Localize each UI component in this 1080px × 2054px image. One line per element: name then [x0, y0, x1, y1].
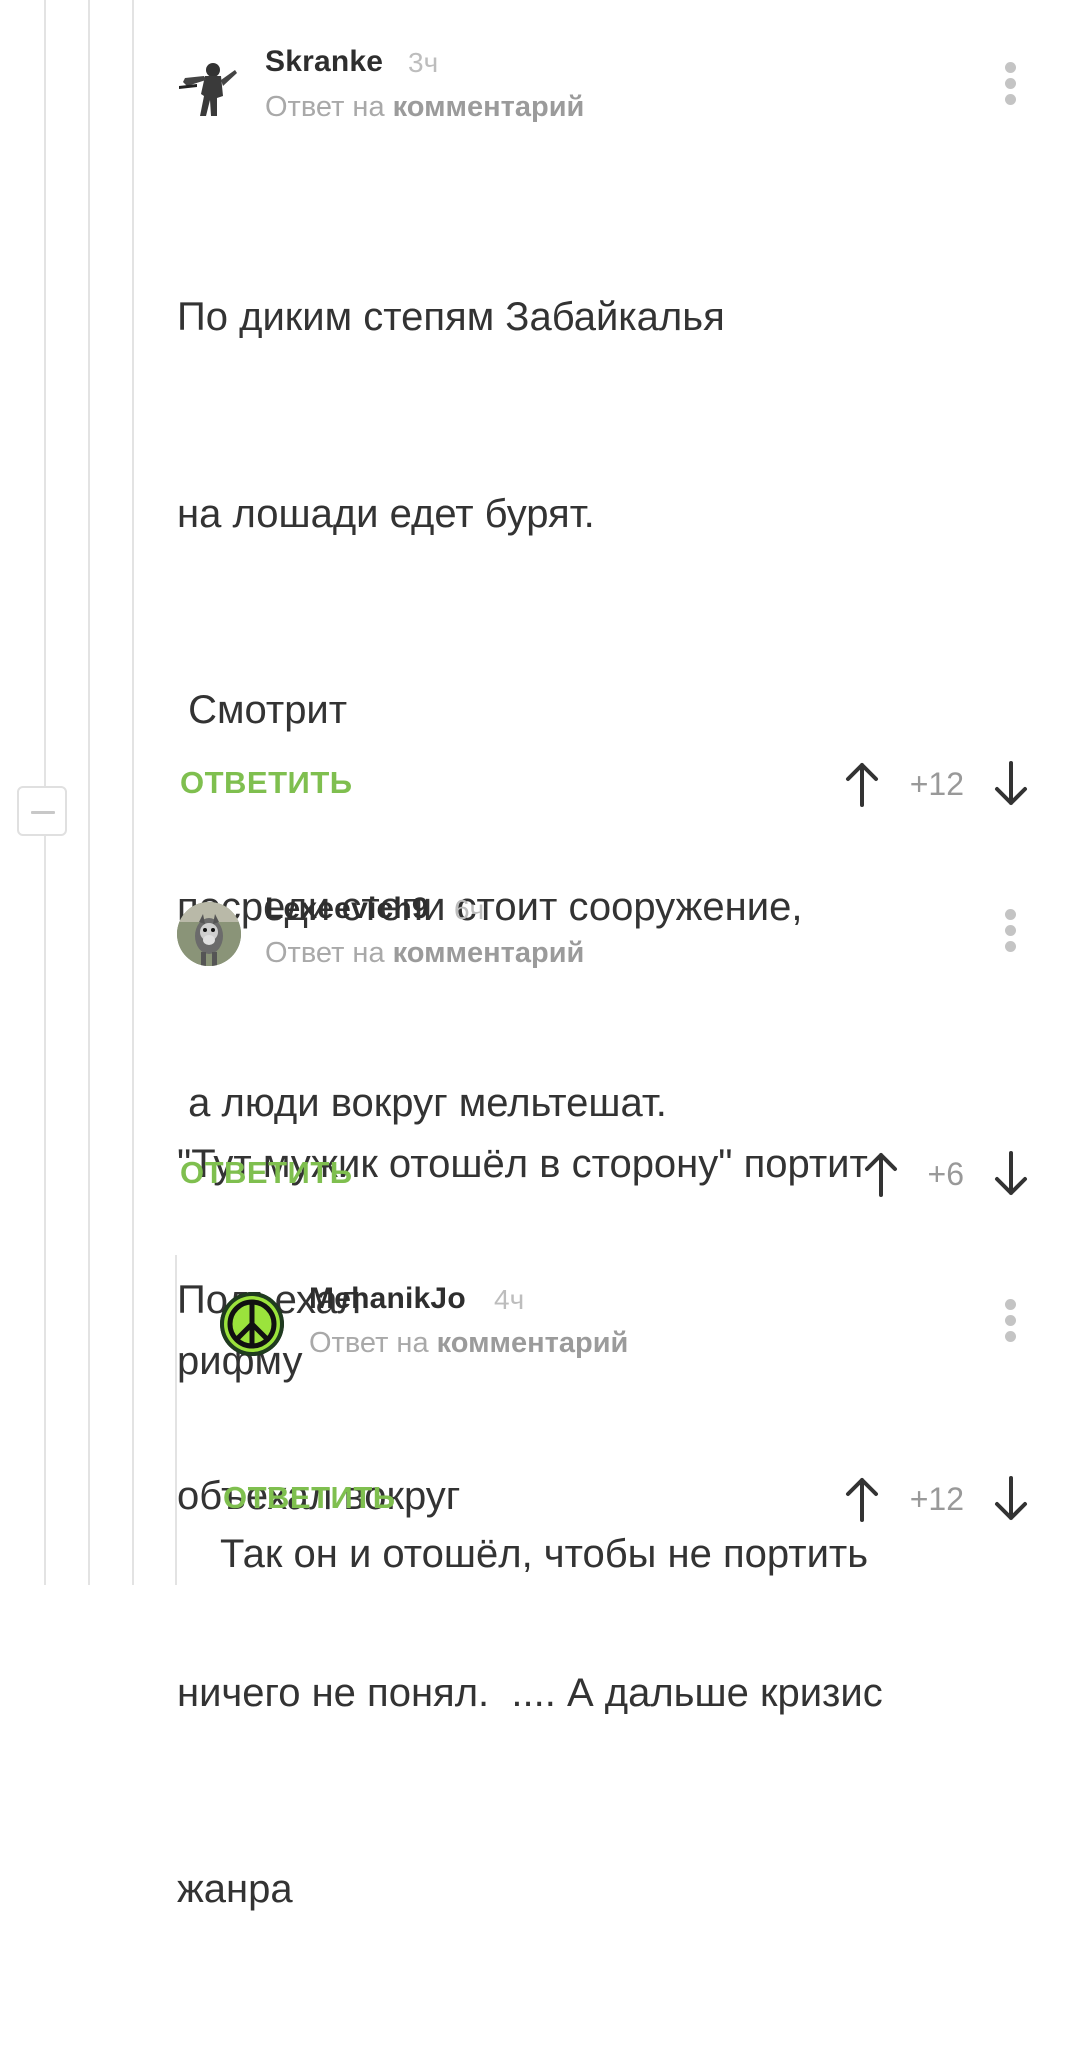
avatar[interactable]: [177, 56, 241, 120]
comment-time: 3ч: [408, 47, 439, 78]
reply-to-target: комментарий: [392, 91, 585, 123]
rating: +12: [909, 1481, 964, 1517]
rating: +12: [909, 766, 964, 802]
reply-to-prefix: Ответ на: [265, 937, 393, 969]
more-options-icon[interactable]: [1001, 909, 1021, 953]
reply-to-target: комментарий: [392, 937, 585, 969]
reply-button[interactable]: ОТВЕТИТЬ: [180, 765, 353, 801]
downvote-arrow-icon[interactable]: [993, 1476, 1029, 1522]
thread-line: [132, 0, 134, 1585]
downvote-arrow-icon[interactable]: [993, 1151, 1029, 1197]
username[interactable]: Skranke: [265, 45, 383, 79]
soldier-silhouette-icon: [179, 63, 237, 116]
collapse-thread-button[interactable]: [17, 786, 67, 836]
text-line: жанра: [177, 1867, 293, 1911]
reply-to-target: комментарий: [436, 1327, 629, 1359]
more-options-icon[interactable]: [1001, 62, 1021, 106]
avatar[interactable]: [177, 902, 241, 966]
reply-to-prefix: Ответ на: [265, 91, 393, 123]
thread-line: [88, 0, 90, 1585]
reply-to-link[interactable]: Ответ на комментарий: [265, 937, 584, 970]
upvote-arrow-icon[interactable]: [844, 1476, 880, 1522]
avatar[interactable]: [220, 1292, 284, 1356]
reply-to-link[interactable]: Ответ на комментарий: [265, 91, 584, 124]
more-options-icon[interactable]: [1001, 1299, 1021, 1343]
reply-to-link[interactable]: Ответ на комментарий: [309, 1327, 628, 1360]
comment-time: 6ч: [454, 894, 485, 925]
text-line: По диким степям Забайкалья: [177, 295, 725, 339]
comment-text: Так он и отошёл, чтобы не портить: [220, 1391, 868, 1719]
username[interactable]: MehanikJo: [309, 1282, 466, 1316]
dog-photo-icon: [177, 902, 241, 966]
minus-icon: [31, 811, 55, 814]
reply-button[interactable]: ОТВЕТИТЬ: [180, 1155, 353, 1191]
downvote-arrow-icon[interactable]: [993, 761, 1029, 807]
upvote-arrow-icon[interactable]: [844, 761, 880, 807]
text-line: Так он и отошёл, чтобы не портить: [220, 1532, 869, 1576]
comment-time: 4ч: [494, 1284, 525, 1315]
text-line: Смотрит: [177, 688, 348, 732]
text-line: на лошади едет бурят.: [177, 491, 595, 536]
reply-button[interactable]: ОТВЕТИТЬ: [223, 1480, 396, 1516]
reply-to-prefix: Ответ на: [309, 1327, 437, 1359]
rating: +6: [927, 1156, 964, 1192]
peace-symbol-icon: [220, 1292, 284, 1356]
username[interactable]: Lexeevich9: [265, 892, 429, 926]
